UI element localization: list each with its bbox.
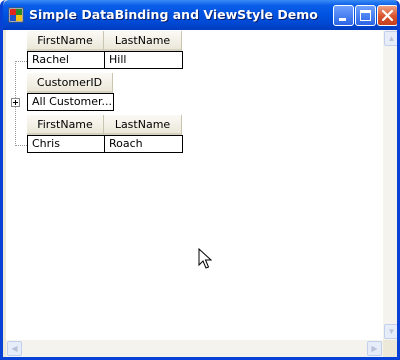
minimize-icon bbox=[339, 18, 346, 21]
scroll-down-button[interactable]: ▼ bbox=[384, 324, 397, 339]
client-area: FirstName LastName Rachel Hill CustomerI… bbox=[6, 30, 397, 357]
cell-customerid[interactable]: All Customer... bbox=[27, 93, 114, 111]
scroll-right-button[interactable]: ▶ bbox=[367, 341, 382, 356]
column-header-firstname[interactable]: FirstName bbox=[27, 31, 104, 51]
maximize-icon bbox=[360, 10, 371, 21]
vertical-scrollbar[interactable]: ▲ ▼ bbox=[383, 30, 397, 340]
column-header-customerid[interactable]: CustomerID bbox=[27, 73, 113, 93]
horizontal-scrollbar[interactable]: ◀ ▶ bbox=[6, 340, 383, 357]
column-header-firstname[interactable]: FirstName bbox=[27, 115, 104, 135]
app-window: Simple DataBinding and ViewStyle Demo Fi… bbox=[0, 0, 400, 360]
minimize-button[interactable] bbox=[333, 5, 354, 26]
close-icon bbox=[381, 9, 394, 22]
scrollbar-corner bbox=[383, 340, 397, 357]
close-button[interactable] bbox=[377, 5, 397, 26]
cell-lastname[interactable]: Roach bbox=[105, 135, 183, 153]
maximize-button[interactable] bbox=[355, 5, 376, 26]
cell-lastname[interactable]: Hill bbox=[105, 51, 183, 69]
column-header-lastname[interactable]: LastName bbox=[104, 31, 182, 51]
column-header-lastname[interactable]: LastName bbox=[104, 115, 182, 135]
tree-line bbox=[15, 145, 27, 146]
app-icon bbox=[8, 7, 24, 23]
mouse-pointer-icon bbox=[198, 248, 212, 269]
tree-line bbox=[15, 61, 27, 62]
cell-firstname[interactable]: Rachel bbox=[27, 51, 105, 69]
expand-icon[interactable] bbox=[11, 98, 20, 107]
cell-firstname[interactable]: Chris bbox=[27, 135, 105, 153]
scroll-left-button[interactable]: ◀ bbox=[7, 341, 22, 356]
title-bar[interactable]: Simple DataBinding and ViewStyle Demo bbox=[3, 0, 397, 30]
window-title: Simple DataBinding and ViewStyle Demo bbox=[29, 7, 318, 22]
scroll-up-button[interactable]: ▲ bbox=[384, 31, 397, 46]
